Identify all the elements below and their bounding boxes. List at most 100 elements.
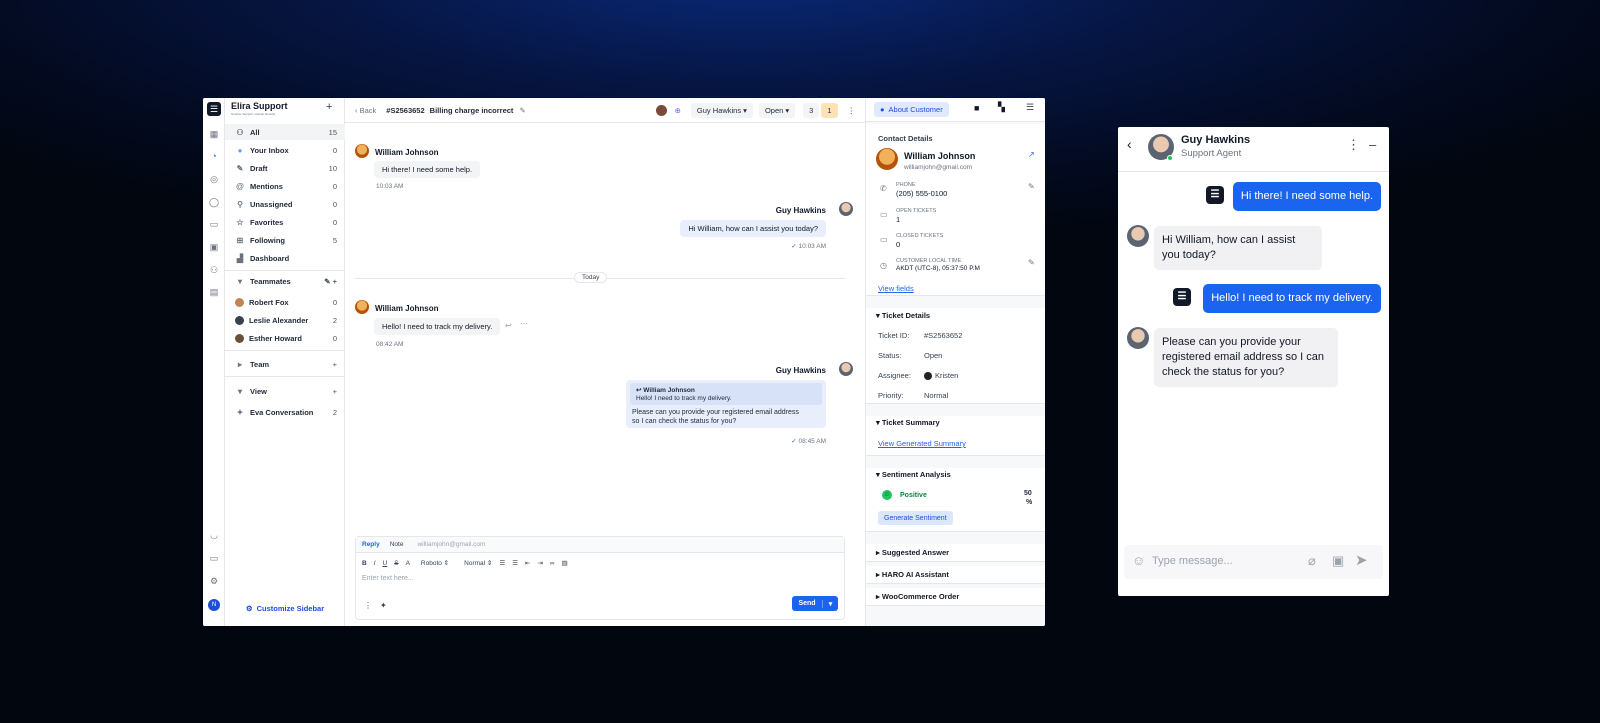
external-link-icon[interactable]: ↗ [1028, 150, 1035, 159]
eye-off-icon[interactable]: ◎ [208, 173, 220, 185]
user-avatar[interactable]: N [208, 599, 220, 611]
size-select[interactable]: Normal ⇕ [464, 559, 492, 567]
edit-icon[interactable]: ✎ [1028, 258, 1035, 267]
view-summary-link[interactable]: View Generated Summary [878, 439, 966, 448]
section-header[interactable]: ▸ WooCommerce Order [876, 592, 959, 601]
italic-button[interactable]: I [374, 560, 376, 567]
emoji-icon[interactable]: ☺ [1132, 553, 1145, 568]
haro-ai-section[interactable]: ▸ HARO AI Assistant [866, 566, 1045, 584]
headset-icon[interactable]: ◡ [208, 529, 220, 541]
users-icon[interactable]: ⚇ [208, 264, 220, 276]
assignee-dropdown[interactable]: Guy Hawkins ▾ [690, 102, 753, 118]
bot-logo-icon: ☰ [1206, 186, 1224, 204]
sidebar-item-dashboard[interactable]: ▟ Dashboard [225, 250, 345, 266]
edit-icon[interactable]: ✎ [1028, 182, 1035, 191]
more-vertical-icon[interactable]: ⋮ [1347, 137, 1360, 153]
ai-sparkle-icon[interactable]: ✦ [380, 601, 387, 610]
team-group-header[interactable]: ▸ Team + [225, 356, 345, 372]
message-bubble-user: Hi there! I need some help. [1232, 182, 1381, 211]
about-customer-tab[interactable]: ● About Customer [874, 102, 949, 117]
collapse-panel-icon[interactable]: ☰ [1026, 102, 1034, 113]
section-header[interactable]: ▸ HARO AI Assistant [876, 570, 949, 579]
link-icon[interactable]: ∞ [550, 560, 555, 567]
view-fields-link[interactable]: View fields [878, 284, 914, 293]
tab-note[interactable]: Note [390, 541, 404, 548]
sidebar-item-leslie-alexander[interactable]: Leslie Alexander 2 [225, 312, 345, 328]
section-header[interactable]: ▾ Sentiment Analysis [876, 470, 951, 479]
avatar [924, 371, 932, 380]
sidebar-item-favorites[interactable]: ☆ Favorites 0 [225, 214, 345, 230]
send-button[interactable]: Send ▾ [792, 596, 838, 611]
avatar-guy [839, 202, 853, 216]
send-options-caret-icon[interactable]: ▾ [822, 599, 838, 608]
tab-reply[interactable]: Reply [362, 541, 380, 548]
reply-icon[interactable]: ↩ [505, 321, 512, 330]
section-header[interactable]: ▸ Suggested Answer [876, 548, 949, 557]
edit-icon[interactable]: ✎ [519, 106, 525, 115]
section-header[interactable]: ▾ Ticket Summary [876, 418, 940, 427]
status-value: Open [924, 351, 943, 360]
sidebar-item-all[interactable]: ⚇ All 15 [225, 124, 345, 140]
sticker-icon[interactable]: ▣ [1332, 553, 1344, 569]
back-button[interactable]: ‹ Back [355, 106, 376, 115]
strikethrough-button[interactable]: S [394, 560, 398, 567]
ticket-title: Billing charge incorrect [429, 105, 514, 115]
ticket-id-value: #S2563652 [924, 331, 963, 340]
back-arrow-icon[interactable]: ‹ [1127, 136, 1132, 152]
sidebar-item-unassigned[interactable]: ⚲ Unassigned 0 [225, 196, 345, 212]
indent-icon[interactable]: ⇥ [537, 559, 542, 567]
status-dropdown[interactable]: Open ▾ [758, 102, 796, 118]
count-badge[interactable]: 3 [803, 102, 820, 118]
contacts-icon[interactable]: ▣ [208, 241, 220, 253]
sidebar-item-following[interactable]: ⊞ Following 5 [225, 232, 345, 248]
grid-icon[interactable]: ▦ [208, 128, 220, 140]
sidebar-item-your-inbox[interactable]: ● Your Inbox 0 [225, 142, 345, 158]
message-input[interactable]: Enter text here... [362, 575, 414, 582]
more-vertical-icon[interactable]: ⋮ [848, 106, 856, 115]
bar-chart-icon: ▟ [236, 253, 244, 263]
underline-button[interactable]: U [383, 560, 388, 567]
apps-grid-icon[interactable]: ▚ [998, 102, 1005, 113]
clipboard-icon[interactable]: ▭ [208, 218, 220, 230]
whatsapp-icon[interactable]: ◯ [208, 196, 220, 208]
settings-icon[interactable]: ⚙ [208, 575, 220, 587]
customize-sidebar-button[interactable]: ⚙ Customize Sidebar [225, 600, 345, 616]
more-horizontal-icon[interactable]: ⋯ [520, 319, 528, 328]
new-conversation-button[interactable]: + [326, 101, 332, 113]
numbered-list-icon[interactable]: ☰ [512, 559, 518, 567]
view-group-header[interactable]: ▾ View + [225, 383, 345, 399]
chat-icon[interactable]: ◔ [208, 150, 220, 162]
quoted-text: Hello! I need to track my delivery. [636, 395, 732, 402]
reports-icon[interactable]: ▤ [208, 286, 220, 298]
add-team-button[interactable]: + [333, 360, 337, 369]
sidebar-item-eva-conversation[interactable]: ✦ Eva Conversation 2 [225, 404, 345, 420]
image-icon[interactable]: ▨ [562, 559, 568, 567]
count-badge-highlight[interactable]: 1 [821, 102, 838, 118]
teammates-group-header[interactable]: ▾ Teammates ✎ + [225, 273, 345, 289]
suggested-answer-section[interactable]: ▸ Suggested Answer [866, 544, 1045, 562]
outdent-icon[interactable]: ⇤ [525, 559, 530, 567]
add-view-button[interactable]: + [333, 387, 337, 396]
woocommerce-section[interactable]: ▸ WooCommerce Order [866, 588, 1045, 606]
message-input[interactable]: Type message... [1152, 555, 1233, 567]
minimize-icon[interactable]: – [1369, 137, 1376, 152]
more-vertical-icon[interactable]: ⋮ [364, 601, 372, 610]
sidebar-item-esther-howard[interactable]: Esther Howard 0 [225, 330, 345, 346]
bold-button[interactable]: B [362, 560, 367, 567]
font-select[interactable]: Roboto ⇕ [421, 559, 449, 567]
assignee-label: Assignee: [878, 371, 911, 380]
bullet-list-icon[interactable]: ☰ [499, 559, 505, 567]
generate-sentiment-button[interactable]: Generate Sentiment [878, 511, 953, 525]
sidebar-item-robert-fox[interactable]: Robert Fox 0 [225, 294, 345, 310]
send-icon[interactable]: ➤ [1355, 551, 1368, 569]
sidebar-item-draft[interactable]: ✎ Draft 10 [225, 160, 345, 176]
integration-icon[interactable]: ■ [974, 103, 979, 113]
billing-icon[interactable]: ▭ [208, 552, 220, 564]
plus-circle-icon[interactable]: ⊕ [675, 106, 681, 115]
open-tickets-label: OPEN TICKETS [896, 208, 937, 214]
text-color-icon[interactable]: A [406, 560, 410, 567]
pin-add-controls[interactable]: ✎ + [324, 277, 337, 286]
attachment-icon[interactable]: ⌀ [1308, 553, 1316, 569]
sidebar-item-mentions[interactable]: @ Mentions 0 [225, 178, 345, 194]
section-header[interactable]: ▾ Ticket Details [876, 311, 930, 320]
